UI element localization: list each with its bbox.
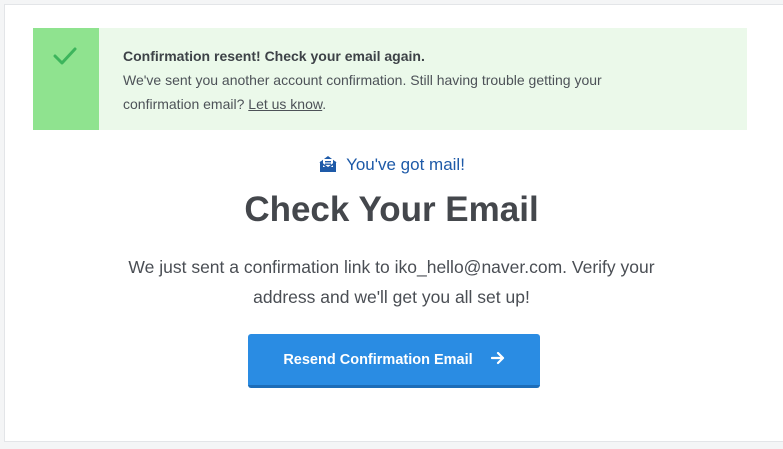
mail-label: You've got mail! xyxy=(346,155,465,174)
alert-message-end: . xyxy=(322,96,327,112)
alert-message-line1: We've sent you another account confirmat… xyxy=(123,72,602,88)
alert-body: Confirmation resent! Check your email ag… xyxy=(99,28,602,130)
alert-message-line2: confirmation email? xyxy=(123,96,249,112)
description-line2: address and we'll get you all set up! xyxy=(253,287,530,307)
checkmark-icon xyxy=(53,47,77,65)
let-us-know-link[interactable]: Let us know xyxy=(248,96,322,112)
open-envelope-icon xyxy=(318,154,338,182)
mail-notice: You've got mail! xyxy=(0,152,783,178)
resend-confirmation-button[interactable]: Resend Confirmation Email xyxy=(248,334,540,388)
page-title: Check Your Email xyxy=(244,190,539,229)
description-line1: We just sent a confirmation link to iko_… xyxy=(128,257,655,277)
success-alert: Confirmation resent! Check your email ag… xyxy=(33,28,747,130)
alert-title: Confirmation resent! Check your email ag… xyxy=(123,48,425,64)
description: We just sent a confirmation link to iko_… xyxy=(0,252,783,312)
alert-stripe xyxy=(33,28,99,130)
alert-message: We've sent you another account confirmat… xyxy=(123,68,602,116)
resend-button-label: Resend Confirmation Email xyxy=(283,351,473,368)
arrow-right-icon xyxy=(490,351,505,369)
